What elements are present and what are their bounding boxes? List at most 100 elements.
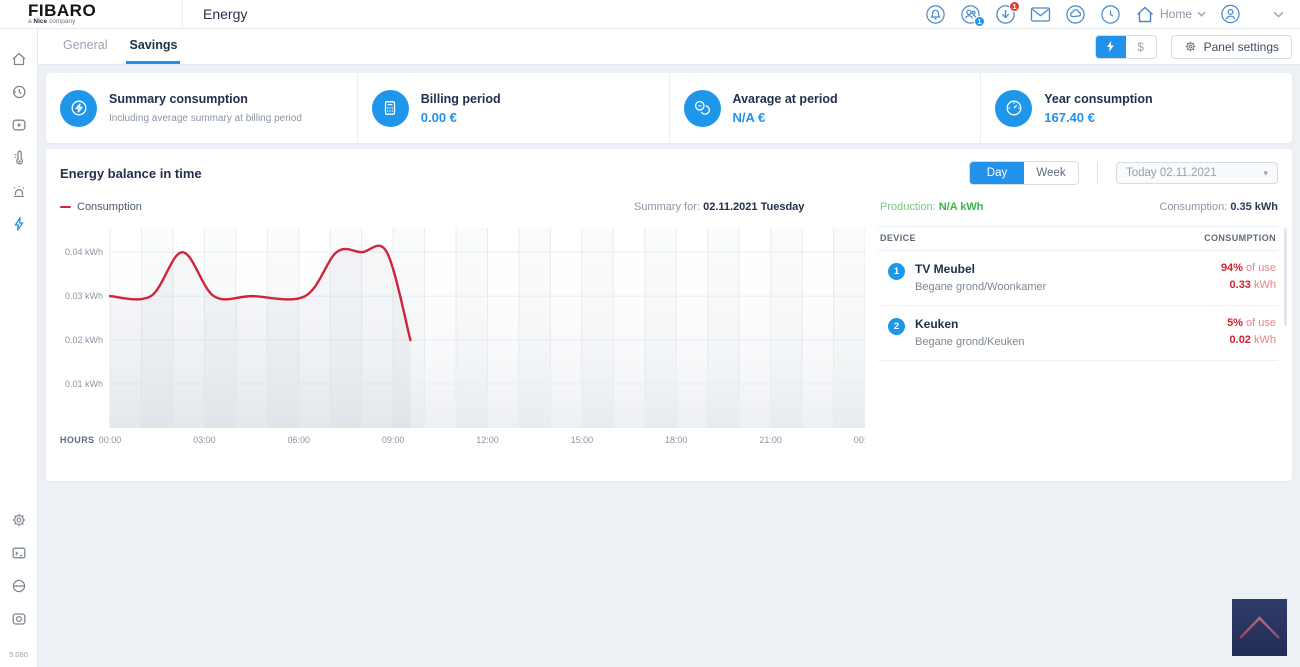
card-average-at-period: Avarage at period N/A € [668, 73, 981, 143]
unit-energy-button[interactable] [1095, 35, 1126, 58]
chart-header: Energy balance in time Day Week Today 02… [60, 161, 1278, 185]
row-index-badge: 1 [888, 263, 905, 280]
unit-toggle: $ [1094, 34, 1157, 59]
top-header: FIBARO a Nice company Energy 1 1 Home [0, 0, 1300, 29]
sidebar-item-settings[interactable] [11, 512, 27, 528]
chart-meta-row: Consumption Summary for: 02.11.2021 Tues… [60, 200, 1278, 216]
calculator-icon [371, 89, 409, 127]
device-name: TV Meubel [915, 262, 976, 276]
main-area: General Savings $ Panel settings Summary… [38, 29, 1300, 667]
card-title: Avarage at period [732, 91, 838, 106]
lightning-icon [1107, 40, 1114, 52]
energy-meter-icon [60, 89, 97, 127]
sidebar: 5.080 [0, 29, 38, 667]
gauge-icon [995, 89, 1033, 127]
sidebar-item-camera[interactable] [11, 611, 27, 627]
week-button[interactable]: Week [1024, 162, 1078, 184]
svg-text:0.02 kWh: 0.02 kWh [65, 335, 103, 345]
fibaro-logo[interactable]: FIBARO a Nice company [0, 0, 183, 28]
summary-for-text: Summary for: 02.11.2021 Tuesday [634, 201, 805, 213]
alarm-bell-icon[interactable] [925, 4, 946, 25]
card-year-consumption: Year consumption 167.40 € [980, 73, 1292, 143]
device-values: 5% of use 0.02 kWh [1227, 317, 1276, 346]
sidebar-item-alarm[interactable] [11, 183, 27, 199]
sidebar-item-history[interactable] [11, 84, 27, 100]
device-location: Begane grond/Woonkamer [915, 281, 1047, 293]
svg-text:0.01 kWh: 0.01 kWh [65, 379, 103, 389]
collapse-chevron-icon[interactable] [1273, 11, 1284, 18]
svg-text:0.04 kWh: 0.04 kWh [65, 247, 103, 257]
chevron-down-icon: ▾ [1263, 167, 1268, 178]
summary-panel: Summary consumption Including average su… [46, 73, 1292, 143]
chart-body: 0.01 kWh 0.02 kWh 0.03 kWh 0.04 kWh 00:00 03:… [60, 226, 1287, 448]
profile-icon[interactable] [1220, 4, 1241, 25]
tab-general[interactable]: General [60, 29, 110, 64]
header-consumption: CONSUMPTION [1204, 233, 1276, 243]
day-button[interactable]: Day [970, 162, 1024, 184]
sidebar-item-network[interactable] [11, 578, 27, 594]
table-scrollbar[interactable] [1284, 228, 1287, 326]
tab-savings[interactable]: Savings [126, 29, 181, 64]
sidebar-item-scenes[interactable] [11, 117, 27, 133]
date-select[interactable]: Today 02.11.2021 ▾ [1116, 162, 1278, 184]
table-row[interactable]: 1 TV Meubel Begane grond/Woonkamer 94% o… [878, 251, 1278, 306]
card-billing-period: Billing period 0.00 € [356, 73, 669, 143]
coins-icon [683, 89, 721, 127]
sidebar-item-energy[interactable] [11, 216, 27, 232]
logo-tagline: a Nice company [28, 18, 76, 25]
clock-icon[interactable] [1100, 4, 1121, 25]
svg-text:00:00: 00:00 [99, 435, 122, 445]
sidebar-bottom: 5.080 [9, 512, 28, 659]
gear-icon [1185, 41, 1195, 52]
users-badge: 1 [973, 15, 985, 27]
updates-badge: 1 [1008, 0, 1020, 12]
svg-text:03:00: 03:00 [193, 435, 216, 445]
production-text: Production: N/A kWh [880, 201, 984, 213]
sidebar-item-home[interactable] [11, 51, 27, 67]
logo-text: FIBARO [28, 1, 97, 20]
controls-divider [1097, 162, 1098, 184]
home-selector[interactable]: Home [1135, 5, 1206, 24]
device-table-header: DEVICE CONSUMPTION [878, 226, 1278, 251]
device-table: DEVICE CONSUMPTION 1 TV Meubel Begane gr… [878, 226, 1287, 448]
energy-balance-panel: Energy balance in time Day Week Today 02… [46, 149, 1292, 481]
card-title: Billing period [420, 91, 501, 106]
device-name: Keuken [915, 317, 959, 331]
update-download-icon[interactable]: 1 [995, 0, 1020, 25]
chart-controls: Day Week Today 02.11.2021 ▾ [969, 161, 1278, 185]
page-title: Energy [203, 6, 248, 22]
sidebar-item-climate[interactable] [11, 150, 27, 166]
version-label: 5.080 [9, 650, 28, 659]
cloud-icon[interactable] [1065, 4, 1086, 25]
card-summary-consumption: Summary consumption Including average su… [46, 73, 357, 143]
table-row[interactable]: 2 Keuken Begane grond/Keuken 5% of use 0… [878, 306, 1278, 361]
card-value: N/A € [732, 109, 766, 125]
device-location: Begane grond/Keuken [915, 336, 1025, 348]
consumption-text: Consumption: 0.35 kWh [1159, 201, 1278, 213]
svg-text:HOURS: HOURS [60, 435, 95, 445]
svg-text:0.03 kWh: 0.03 kWh [65, 291, 103, 301]
svg-text:00:00: 00:00 [854, 435, 865, 445]
chart-title: Energy balance in time [60, 165, 202, 181]
users-icon[interactable]: 1 [960, 4, 985, 27]
mail-icon[interactable] [1030, 4, 1051, 25]
row-index-badge: 2 [888, 318, 905, 335]
panel-settings-button[interactable]: Panel settings [1170, 34, 1292, 59]
card-title: Summary consumption [109, 92, 248, 106]
legend-consumption-label: Consumption [77, 201, 142, 213]
period-toggle: Day Week [969, 161, 1079, 185]
card-value: 0.00 € [420, 109, 457, 125]
home-label: Home [1159, 7, 1192, 21]
sidebar-item-console[interactable] [11, 545, 27, 561]
svg-text:21:00: 21:00 [759, 435, 782, 445]
content: Summary consumption Including average su… [38, 65, 1300, 489]
date-select-value: Today 02.11.2021 [1126, 167, 1217, 179]
header-icons: 1 1 Home [925, 0, 1300, 27]
unit-currency-button[interactable]: $ [1125, 35, 1156, 58]
svg-text:12:00: 12:00 [476, 435, 499, 445]
chevron-down-icon [1197, 11, 1206, 17]
corner-chevron-graphic[interactable] [1232, 599, 1287, 656]
strip-controls: $ Panel settings [1094, 34, 1292, 59]
tab-strip: General Savings $ Panel settings [38, 29, 1300, 65]
home-icon [1137, 6, 1153, 22]
